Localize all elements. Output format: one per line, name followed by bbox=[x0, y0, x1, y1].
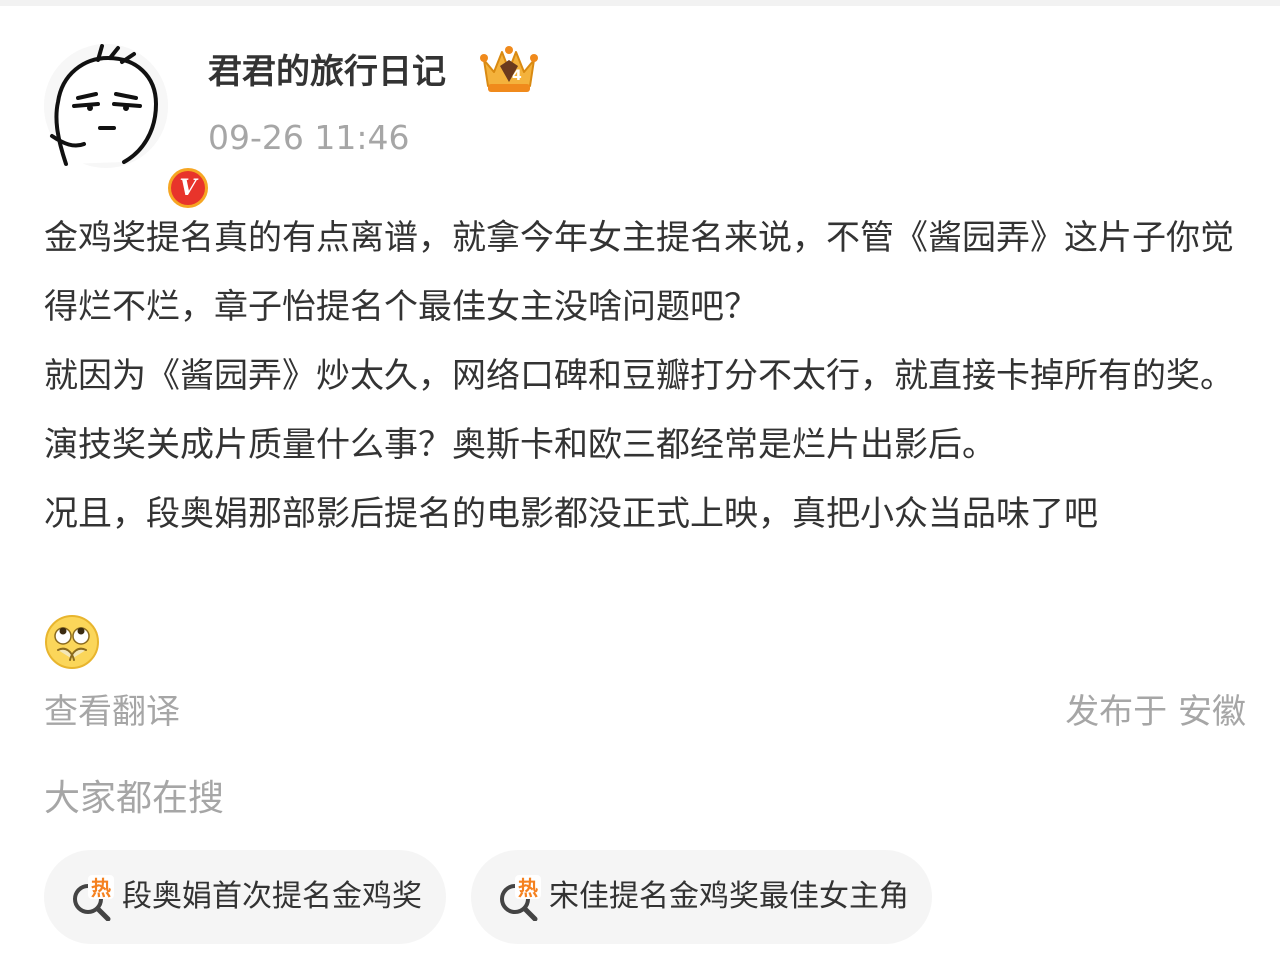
hot-search-icon: 热 bbox=[73, 875, 114, 921]
eye-roll-emoji-icon bbox=[45, 615, 99, 669]
hot-search-icon: 热 bbox=[500, 875, 541, 921]
view-translation-link[interactable]: 查看翻译 bbox=[44, 688, 180, 736]
post-paragraph: 金鸡奖提名真的有点离谱，就拿今年女主提名来说，不管《酱园弄》这片子你觉得烂不烂，… bbox=[44, 218, 1234, 327]
author-avatar[interactable]: V bbox=[44, 44, 211, 211]
trending-heading: 大家都在搜 bbox=[44, 778, 225, 819]
hot-tag: 热 bbox=[91, 876, 111, 900]
post-paragraph: 就因为《酱园弄》炒太久，网络口碑和豆瓣打分不太行，就直接卡掉所有的奖。演技奖关成… bbox=[44, 356, 1234, 465]
trending-search-label: 宋佳提名金鸡奖最佳女主角 bbox=[549, 879, 909, 914]
trending-search-label: 段奥娟首次提名金鸡奖 bbox=[122, 879, 422, 914]
post-timestamp: 09-26 11:46 bbox=[208, 118, 410, 157]
hot-tag: 热 bbox=[518, 876, 538, 900]
crown-level-badge-icon[interactable]: 4 bbox=[478, 44, 540, 96]
author-name[interactable]: 君君的旅行日记 bbox=[208, 48, 446, 96]
post-body: 金鸡奖提名真的有点离谱，就拿今年女主提名来说，不管《酱园弄》这片子你觉得烂不烂，… bbox=[44, 204, 1236, 549]
crown-level-number: 4 bbox=[512, 68, 522, 84]
post-location: 发布于 安徽 bbox=[1065, 692, 1246, 732]
top-divider bbox=[0, 0, 1280, 6]
trending-search-item[interactable]: 热 宋佳提名金鸡奖最佳女主角 bbox=[471, 850, 932, 944]
trending-search-item[interactable]: 热 段奥娟首次提名金鸡奖 bbox=[44, 850, 446, 944]
cartoon-face-avatar-icon bbox=[44, 44, 168, 168]
verified-v-icon: V bbox=[171, 171, 205, 205]
post-paragraph: 况且，段奥娟那部影后提名的电影都没正式上映，真把小众当品味了吧 bbox=[44, 494, 1098, 534]
